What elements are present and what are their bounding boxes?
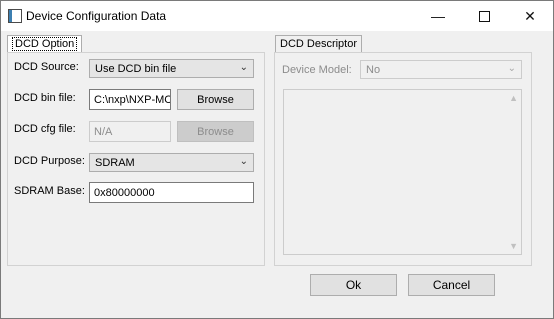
- device-model-value: No: [366, 64, 381, 76]
- dcd-source-value: Use DCD bin file: [95, 63, 177, 75]
- tab-dcd-option-label: DCD Option: [12, 37, 78, 51]
- dcd-bin-browse-button[interactable]: Browse: [177, 89, 254, 110]
- device-model-label: Device Model:: [282, 64, 352, 76]
- dialog-window: Device Configuration Data — ✕ DCD Option…: [0, 0, 554, 319]
- sdram-base-value: 0x80000000: [94, 187, 155, 199]
- minimize-button[interactable]: —: [415, 1, 461, 31]
- ok-button[interactable]: Ok: [310, 274, 397, 296]
- sdram-base-label: SDRAM Base:: [14, 185, 85, 197]
- tab-dcd-descriptor[interactable]: DCD Descriptor: [275, 35, 363, 52]
- descriptor-listbox[interactable]: ▲ ▼: [283, 89, 522, 255]
- chevron-down-icon: ⌄: [507, 63, 516, 74]
- dcd-cfg-file-value: N/A: [94, 126, 113, 138]
- close-button[interactable]: ✕: [507, 1, 553, 31]
- scroll-down-icon[interactable]: ▼: [509, 241, 518, 251]
- chevron-down-icon: ⌄: [239, 62, 248, 73]
- maximize-button[interactable]: [461, 1, 507, 31]
- maximize-icon: [478, 10, 490, 22]
- chevron-down-icon: ⌄: [239, 156, 248, 167]
- dcd-bin-file-input[interactable]: C:\nxp\NXP-MC: [89, 89, 171, 110]
- dcd-purpose-value: SDRAM: [95, 157, 135, 169]
- app-icon: [8, 9, 22, 23]
- dcd-source-label: DCD Source:: [14, 61, 79, 73]
- dcd-purpose-label: DCD Purpose:: [14, 155, 85, 167]
- cancel-button[interactable]: Cancel: [408, 274, 495, 296]
- dcd-bin-file-label: DCD bin file:: [14, 92, 76, 104]
- dcd-cfg-browse-button[interactable]: Browse: [177, 121, 254, 142]
- dcd-cfg-file-input[interactable]: N/A: [89, 121, 171, 142]
- tab-dcd-option[interactable]: DCD Option: [7, 35, 83, 52]
- sdram-base-input[interactable]: 0x80000000: [89, 182, 254, 203]
- title-bar: Device Configuration Data — ✕: [1, 1, 553, 31]
- dcd-source-select[interactable]: Use DCD bin file ⌄: [89, 59, 254, 78]
- scroll-up-icon[interactable]: ▲: [509, 93, 518, 103]
- device-model-select[interactable]: No ⌄: [360, 60, 522, 79]
- dcd-purpose-select[interactable]: SDRAM ⌄: [89, 153, 254, 172]
- window-title: Device Configuration Data: [26, 9, 167, 23]
- dcd-bin-file-value: C:\nxp\NXP-MC: [94, 94, 171, 106]
- dcd-cfg-file-label: DCD cfg file:: [14, 123, 76, 135]
